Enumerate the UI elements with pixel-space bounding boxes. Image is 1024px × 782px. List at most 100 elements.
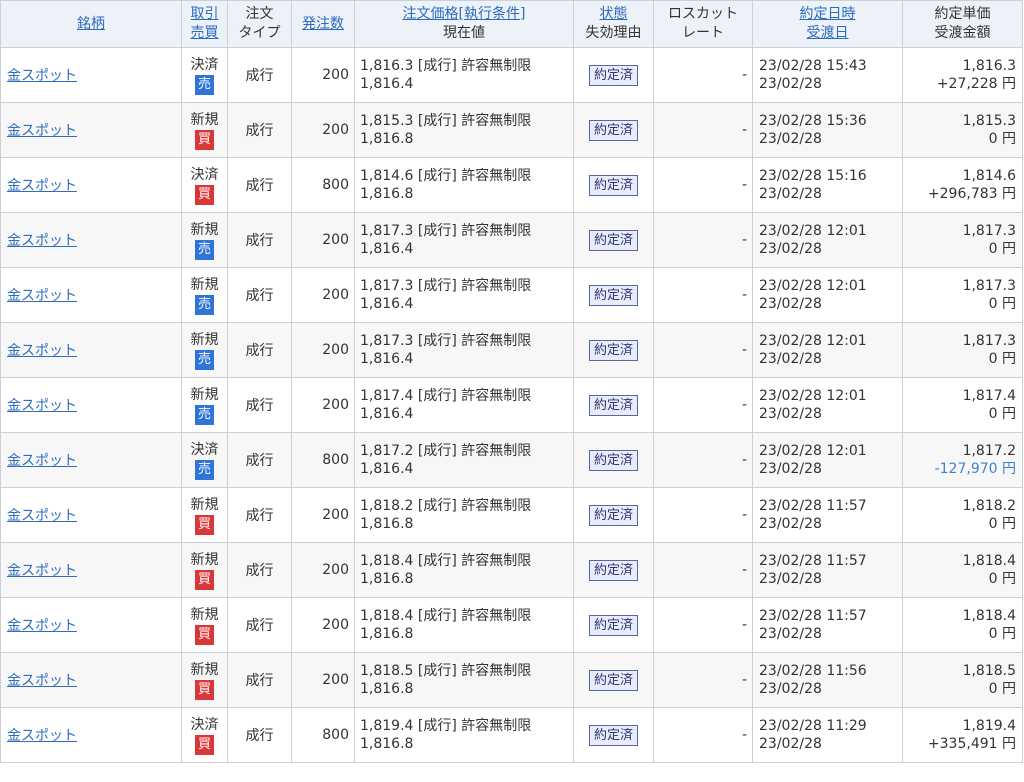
status-button[interactable]: 約定済 <box>588 669 638 691</box>
amount-cell: 1,817.3 0 円 <box>902 212 1023 268</box>
status-button[interactable]: 約定済 <box>588 394 638 416</box>
qty: 200 <box>322 617 349 633</box>
losscut-cell: - <box>653 707 753 763</box>
header-unit-price: 約定単価 <box>934 6 991 22</box>
losscut-cell: - <box>653 267 753 323</box>
symbol-cell: 金スポット <box>0 212 182 268</box>
unit-price: 1,814.6 <box>962 168 1016 184</box>
price-cell: 1,817.3 [成行] 許容無制限 1,816.4 <box>354 212 574 268</box>
table-row: 金スポット 決済売 成行 800 1,817.2 [成行] 許容無制限 1,816.4 約定… <box>0 432 1023 488</box>
qty: 200 <box>322 672 349 688</box>
symbol-link[interactable]: 金スポット <box>7 508 77 524</box>
symbol-link[interactable]: 金スポット <box>7 68 77 84</box>
date-cell: 23/02/28 11:56 23/02/28 <box>752 652 903 708</box>
trade-kind: 新規 <box>190 496 219 513</box>
status-button[interactable]: 約定済 <box>588 229 638 251</box>
qty: 200 <box>322 397 349 413</box>
current-price: 1,816.4 <box>360 241 414 257</box>
trade-cell: 決済売 <box>181 432 228 488</box>
symbol-link[interactable]: 金スポット <box>7 123 77 139</box>
trade-cell: 新規売 <box>181 377 228 433</box>
status-button[interactable]: 約定済 <box>588 724 638 746</box>
status-button[interactable]: 約定済 <box>588 284 638 306</box>
order-price: 1,814.6 [成行] 許容無制限 <box>360 168 532 184</box>
losscut-rate: - <box>741 287 747 303</box>
order-type: 成行 <box>245 453 274 469</box>
losscut-cell: - <box>653 542 753 598</box>
losscut-rate: - <box>741 562 747 578</box>
symbol-link[interactable]: 金スポット <box>7 453 77 469</box>
sort-settle-date-link[interactable]: 受渡日 <box>807 25 849 41</box>
trade-kind: 新規 <box>190 111 219 128</box>
order-type-cell: 成行 <box>227 487 292 543</box>
qty-cell: 200 <box>291 47 355 103</box>
symbol-link[interactable]: 金スポット <box>7 398 77 414</box>
side-badge: 売 <box>195 74 214 95</box>
status-cell: 約定済 <box>573 377 654 433</box>
amount-cell: 1,817.2 -127,970 円 <box>902 432 1023 488</box>
exec-datetime: 23/02/28 11:29 <box>759 718 867 734</box>
symbol-link[interactable]: 金スポット <box>7 343 77 359</box>
symbol-link[interactable]: 金スポット <box>7 178 77 194</box>
trade-cell: 決済買 <box>181 157 228 213</box>
sort-price-link[interactable]: 注文価格[執行条件] <box>403 6 526 22</box>
order-type: 成行 <box>245 673 274 689</box>
qty-cell: 200 <box>291 597 355 653</box>
sort-side-link[interactable]: 売買 <box>191 25 219 41</box>
unit-price: 1,817.3 <box>962 333 1016 349</box>
sort-symbol-link[interactable]: 銘柄 <box>77 16 105 32</box>
trade-kind: 決済 <box>190 166 219 183</box>
order-type-cell: 成行 <box>227 47 292 103</box>
sort-exec-date-link[interactable]: 約定日時 <box>800 6 856 22</box>
order-type: 成行 <box>245 123 274 139</box>
qty-cell: 800 <box>291 707 355 763</box>
table-row: 金スポット 新規売 成行 200 1,817.3 [成行] 許容無制限 1,816.4 約定… <box>0 212 1023 268</box>
losscut-cell: - <box>653 102 753 158</box>
date-cell: 23/02/28 12:01 23/02/28 <box>752 322 903 378</box>
order-price: 1,818.4 [成行] 許容無制限 <box>360 553 532 569</box>
sort-status-link[interactable]: 状態 <box>600 6 628 22</box>
status-button[interactable]: 約定済 <box>588 64 638 86</box>
symbol-link[interactable]: 金スポット <box>7 618 77 634</box>
current-price: 1,816.8 <box>360 516 414 532</box>
losscut-rate: - <box>741 232 747 248</box>
side-badge: 買 <box>195 569 214 590</box>
settle-date: 23/02/28 <box>759 736 822 752</box>
side-badge: 売 <box>195 294 214 315</box>
header-row: 銘柄 取引 売買 注文 タイプ 発注数 注文価格[執行条件] 現在値 状態 失効理由 ロ… <box>0 0 1023 48</box>
symbol-link[interactable]: 金スポット <box>7 288 77 304</box>
symbol-cell: 金スポット <box>0 157 182 213</box>
sort-trade-link[interactable]: 取引 <box>191 6 219 22</box>
order-price: 1,819.4 [成行] 許容無制限 <box>360 718 532 734</box>
symbol-cell: 金スポット <box>0 377 182 433</box>
settle-amount: +335,491 円 <box>927 736 1016 752</box>
status-button[interactable]: 約定済 <box>588 174 638 196</box>
order-type-cell: 成行 <box>227 432 292 488</box>
side-badge: 売 <box>195 349 214 370</box>
order-type-cell: 成行 <box>227 597 292 653</box>
table-row: 金スポット 新規買 成行 200 1,818.4 [成行] 許容無制限 1,816.8 約定… <box>0 597 1023 653</box>
table-row: 金スポット 新規売 成行 200 1,817.4 [成行] 許容無制限 1,816.4 約定… <box>0 377 1023 433</box>
order-price: 1,817.2 [成行] 許容無制限 <box>360 443 532 459</box>
status-button[interactable]: 約定済 <box>588 119 638 141</box>
symbol-link[interactable]: 金スポット <box>7 563 77 579</box>
order-price: 1,818.5 [成行] 許容無制限 <box>360 663 532 679</box>
unit-price: 1,818.2 <box>962 498 1016 514</box>
status-button[interactable]: 約定済 <box>588 339 638 361</box>
current-price: 1,816.4 <box>360 406 414 422</box>
symbol-link[interactable]: 金スポット <box>7 728 77 744</box>
qty: 200 <box>322 232 349 248</box>
exec-datetime: 23/02/28 11:57 <box>759 608 867 624</box>
order-type: 成行 <box>245 343 274 359</box>
symbol-cell: 金スポット <box>0 487 182 543</box>
symbol-link[interactable]: 金スポット <box>7 233 77 249</box>
symbol-link[interactable]: 金スポット <box>7 673 77 689</box>
status-button[interactable]: 約定済 <box>588 614 638 636</box>
trade-cell: 新規買 <box>181 597 228 653</box>
status-button[interactable]: 約定済 <box>588 504 638 526</box>
sort-qty-link[interactable]: 発注数 <box>302 16 344 32</box>
status-button[interactable]: 約定済 <box>588 449 638 471</box>
order-price: 1,818.4 [成行] 許容無制限 <box>360 608 532 624</box>
status-button[interactable]: 約定済 <box>588 559 638 581</box>
settle-date: 23/02/28 <box>759 406 822 422</box>
